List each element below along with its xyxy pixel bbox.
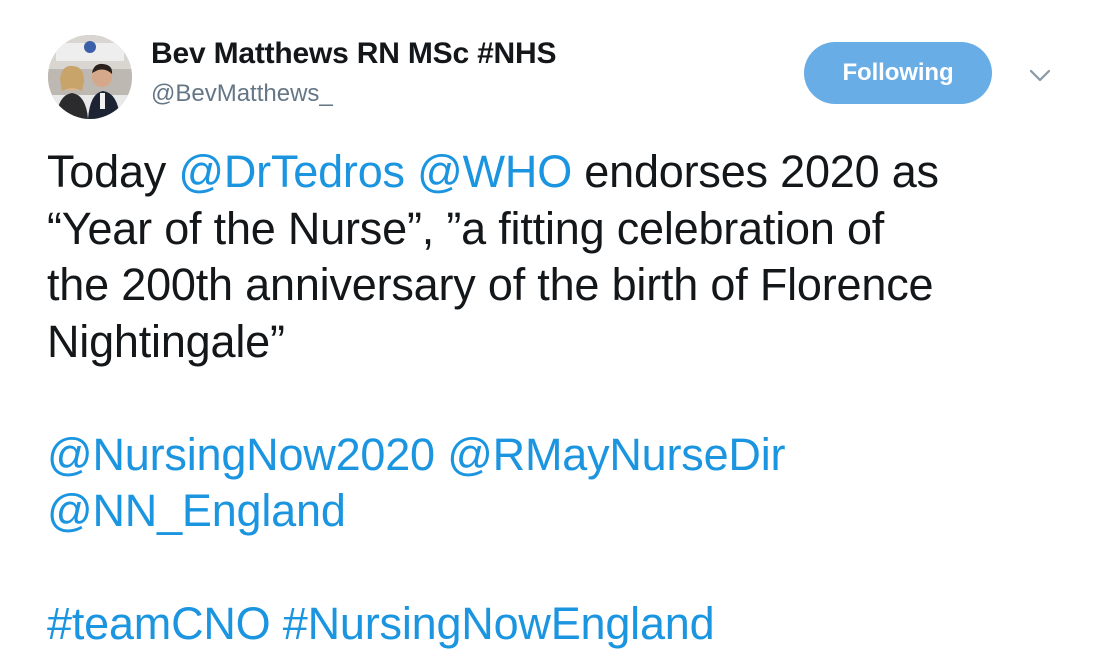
- tweet-line: @NursingNow2020 @RMayNurseDir: [47, 427, 1077, 484]
- hashtag-link[interactable]: #teamCNO: [47, 598, 271, 649]
- tweet-line: the 200th anniversary of the birth of Fl…: [47, 259, 934, 310]
- tweet-text-fragment: Today: [47, 146, 179, 197]
- tweet-line: “Year of the Nurse”, ”a fitting celebrat…: [47, 202, 885, 254]
- avatar-photo: [48, 35, 132, 119]
- tweet-menu-button[interactable]: [1022, 58, 1058, 94]
- tweet-text-fragment: endorses 2020 as: [572, 146, 939, 197]
- paragraph-break: [47, 370, 1077, 427]
- mention-link[interactable]: @RMayNurseDir: [447, 429, 785, 480]
- hashtag-link[interactable]: #NursingNowEngland: [283, 598, 715, 649]
- chevron-down-icon: [1029, 69, 1051, 82]
- tweet-line: Today @DrTedros @WHO endorses 2020 as: [47, 144, 1077, 201]
- mention-link[interactable]: @NursingNow2020: [47, 429, 435, 480]
- mention-link[interactable]: @NN_England: [47, 485, 346, 536]
- tweet-text: Today @DrTedros @WHO endorses 2020 as “Y…: [47, 144, 1077, 653]
- mention-link[interactable]: @WHO: [417, 146, 572, 197]
- tweet-line: @NN_England: [47, 483, 1077, 540]
- paragraph-break: [47, 540, 1077, 597]
- mention-link[interactable]: @DrTedros: [178, 146, 405, 197]
- author-handle[interactable]: @BevMatthews_: [151, 80, 333, 108]
- tweet-line: #teamCNO #NursingNowEngland: [47, 596, 1077, 653]
- tweet-text-fragment: [405, 146, 417, 197]
- author-avatar[interactable]: [48, 35, 132, 119]
- author-name[interactable]: Bev Matthews RN MSc #NHS: [151, 37, 557, 71]
- tweet-card: Bev Matthews RN MSc #NHS @BevMatthews_ F…: [0, 0, 1100, 656]
- following-button[interactable]: Following: [804, 42, 992, 104]
- tweet-line: Nightingale”: [47, 315, 285, 367]
